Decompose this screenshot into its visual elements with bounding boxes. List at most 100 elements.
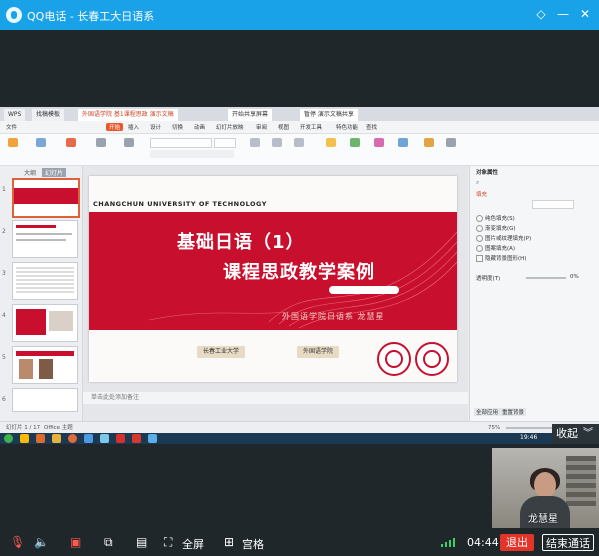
arrange-icon[interactable] [374, 138, 384, 147]
menu-transition[interactable]: 切换 [172, 123, 183, 131]
new-slide-icon[interactable] [66, 138, 76, 147]
menu-special[interactable]: 特色功能 [336, 123, 358, 131]
close-icon[interactable]: ✕ [577, 6, 593, 22]
replace-icon[interactable] [446, 138, 456, 147]
thumb-number: 1 [2, 186, 6, 193]
fill-option[interactable]: 图案填充(A) [476, 244, 515, 252]
menu-view[interactable]: 视图 [278, 123, 289, 131]
slide-thumbnail[interactable] [12, 304, 78, 342]
app-icon[interactable] [100, 434, 109, 443]
thumb-number: 2 [2, 228, 6, 235]
pdf-icon[interactable] [116, 434, 125, 443]
firefox-icon[interactable] [68, 434, 77, 443]
tab-presentation[interactable]: 外国语学院 基1课程思政 演示文稿 [78, 109, 178, 121]
apply-all-button[interactable]: 全部应用 [474, 408, 501, 416]
university-button[interactable]: 长春工业大学 [197, 346, 246, 358]
app-icon[interactable] [84, 434, 93, 443]
shapes-icon[interactable] [350, 138, 360, 147]
thumb-number: 5 [2, 354, 6, 361]
zoom-slider[interactable] [506, 427, 556, 429]
outline-tab[interactable]: 大纲 [24, 168, 36, 177]
end-call-button[interactable]: 结束通话 [542, 534, 594, 551]
textbox-icon[interactable] [326, 138, 336, 147]
slide-canvas[interactable]: CHANGCHUN UNIVERSITY OF TECHNOLOGY 基础日语（… [89, 176, 457, 382]
transparency-slider[interactable] [526, 277, 566, 279]
participant-name: 龙慧星 [528, 514, 558, 525]
wps-icon[interactable] [132, 434, 141, 443]
slide-thumbnail[interactable] [12, 178, 80, 218]
hide-background-checkbox[interactable]: 隐藏背景图形(H) [476, 254, 526, 262]
font-name-field[interactable] [150, 138, 212, 148]
text-direction-icon[interactable] [294, 138, 304, 147]
slide-thumbnail[interactable] [12, 388, 78, 412]
menu-developer[interactable]: 开发工具 [300, 123, 322, 131]
explorer-icon[interactable] [20, 434, 29, 443]
minimize-icon[interactable]: — [555, 6, 571, 22]
font-size-field[interactable] [214, 138, 236, 148]
mic-muted-icon[interactable]: 🎙 [10, 535, 25, 549]
tab-template[interactable]: 找稿模板 [32, 109, 65, 121]
notes-area[interactable]: 单击此处添加备注 [83, 392, 468, 404]
slide-thumbnail[interactable] [12, 346, 78, 384]
thumb-red-band [14, 188, 78, 204]
paste-icon[interactable] [8, 138, 18, 147]
reset-background-button[interactable]: 重置背景 [500, 408, 527, 416]
fullscreen-icon[interactable]: ⛶ [164, 535, 172, 549]
speaker-icon[interactable]: 🔈 [34, 535, 49, 549]
fill-option[interactable]: 渐变填充(G) [476, 224, 516, 232]
school-button[interactable]: 外国语学院 [297, 346, 340, 358]
font-style-row[interactable] [150, 150, 234, 158]
align-icon[interactable] [250, 138, 260, 147]
signal-icon [441, 537, 459, 547]
format-painter-icon[interactable] [36, 138, 46, 147]
menu-animation[interactable]: 动画 [194, 123, 205, 131]
search-icon[interactable]: ⌕ [476, 180, 479, 187]
slide-title-line2: 课程思政教学案例 [223, 262, 375, 283]
share-pause-tab[interactable]: 暂停 演示文稿共享 [300, 109, 358, 121]
grid-icon[interactable]: ⊞ [224, 535, 234, 549]
window-titlebar: QQ电话 - 长春工大日语系 ◇ — ✕ [0, 0, 599, 30]
grid-label[interactable]: 宫格 [242, 536, 264, 552]
menu-design[interactable]: 设计 [150, 123, 161, 131]
chat-icon[interactable]: ▤ [136, 535, 147, 549]
screen-share-icon[interactable]: ⧉ [104, 535, 113, 549]
menu-file[interactable]: 文件 [6, 123, 17, 131]
thumb-line [16, 233, 72, 235]
menu-home[interactable]: 开始 [106, 123, 124, 131]
transparency-value[interactable]: 0% [570, 274, 579, 280]
slide-thumbnail[interactable] [12, 262, 78, 300]
camera-off-icon[interactable]: ▣ [70, 535, 81, 549]
bullets-icon[interactable] [272, 138, 282, 147]
menu-review[interactable]: 审阅 [256, 123, 267, 131]
start-icon[interactable] [4, 434, 13, 443]
picture-icon[interactable] [398, 138, 408, 147]
tab-wps[interactable]: WPS [4, 109, 26, 121]
participant-video[interactable]: 龙慧星 [492, 448, 599, 528]
slides-tab[interactable]: 幻灯片 [42, 168, 67, 177]
qq-icon[interactable] [148, 434, 157, 443]
reset-icon[interactable] [124, 138, 134, 147]
menu-insert[interactable]: 插入 [128, 123, 139, 131]
fill-color-select[interactable] [532, 200, 574, 209]
layout-icon[interactable] [96, 138, 106, 147]
slide-subtitle: 外国语学院日语系 龙慧星 [282, 312, 385, 321]
find-icon[interactable] [424, 138, 434, 147]
menu-search[interactable]: 查找 [366, 123, 377, 131]
folder-icon[interactable] [52, 434, 61, 443]
exit-button[interactable]: 退出 [500, 534, 534, 551]
media-icon[interactable] [36, 434, 45, 443]
thumb-text [16, 267, 74, 293]
wps-menubar: 文件 开始 插入 设计 切换 动画 幻灯片放映 审阅 视图 开发工具 特色功能 … [0, 121, 599, 134]
pin-icon[interactable]: ◇ [533, 6, 549, 22]
menu-slideshow[interactable]: 幻灯片放映 [216, 123, 244, 131]
collapse-button[interactable]: 收起 ︾ [552, 424, 599, 444]
thumb-number: 3 [2, 270, 6, 277]
fullscreen-label[interactable]: 全屏 [182, 536, 204, 552]
fill-option[interactable]: 图片或纹理填充(P) [476, 234, 531, 242]
share-start-tab[interactable]: 开始共享屏幕 [228, 109, 273, 121]
bookshelf [566, 456, 596, 506]
fill-option[interactable]: 纯色填充(S) [476, 214, 515, 222]
fill-tab[interactable]: 填充 [476, 190, 487, 198]
thumb-line [16, 351, 74, 356]
slide-thumbnail[interactable] [12, 220, 78, 258]
